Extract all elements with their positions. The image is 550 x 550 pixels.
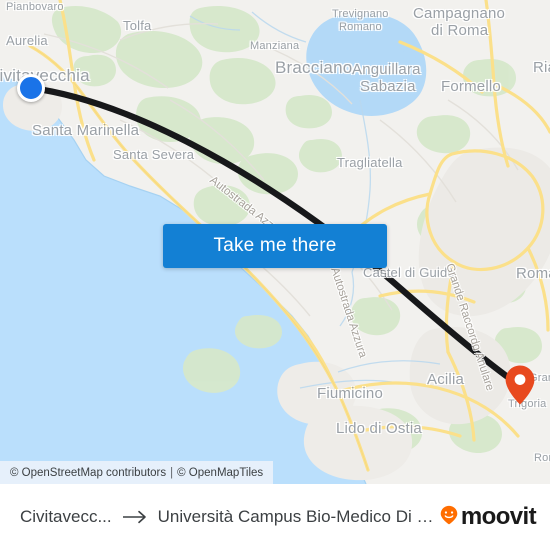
origin-label: Civitavecc... [20,507,112,526]
moovit-route-map-card: PianbovaroTolfaAureliaManzianaCivitavecc… [0,0,550,550]
destination-marker[interactable] [504,364,536,406]
origin-marker[interactable] [17,74,45,102]
map-attribution: © OpenStreetMap contributors | © OpenMap… [0,461,274,484]
route-footer: Civitavecc... Università Campus Bio-Medi… [0,484,550,550]
map-canvas[interactable]: PianbovaroTolfaAureliaManzianaCivitavecc… [0,0,550,484]
destination-label: Università Campus Bio-Medico Di Ro... [157,507,434,526]
moovit-wordmark: moovit [460,503,537,530]
moovit-pin-icon [440,505,458,530]
arrow-right-icon [122,510,148,524]
attribution-openmaptiles[interactable]: © OpenMapTiles [177,467,263,479]
route-summary: Civitavecc... Università Campus Bio-Medi… [20,507,434,527]
take-me-there-button[interactable]: Take me there [163,224,387,268]
attribution-separator: | [170,466,174,479]
moovit-logo[interactable]: moovit [440,503,537,531]
attribution-osm[interactable]: © OpenStreetMap contributors [10,467,166,479]
